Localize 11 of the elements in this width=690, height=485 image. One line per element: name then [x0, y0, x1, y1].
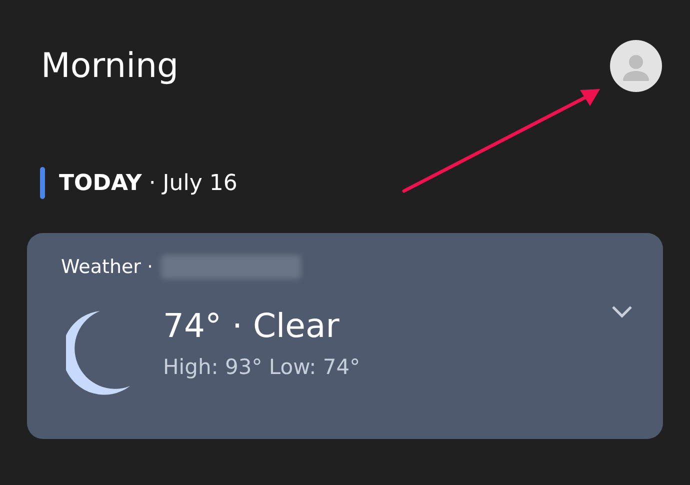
person-icon: [623, 54, 649, 82]
weather-card[interactable]: Weather · 74° · Clear High: 93° Low: 74°: [27, 233, 663, 439]
chevron-icon: [611, 304, 633, 318]
account-avatar-button[interactable]: [610, 40, 662, 92]
temperature-condition: 74° · Clear: [163, 306, 340, 345]
moon-icon: [66, 310, 132, 396]
greeting-title: Morning: [41, 46, 179, 86]
weather-label: Weather ·: [61, 256, 154, 278]
high-low-temperature: High: 93° Low: 74°: [163, 355, 362, 379]
section-heading: TODAY · July 16: [59, 170, 238, 196]
accent-bar: [40, 167, 45, 199]
